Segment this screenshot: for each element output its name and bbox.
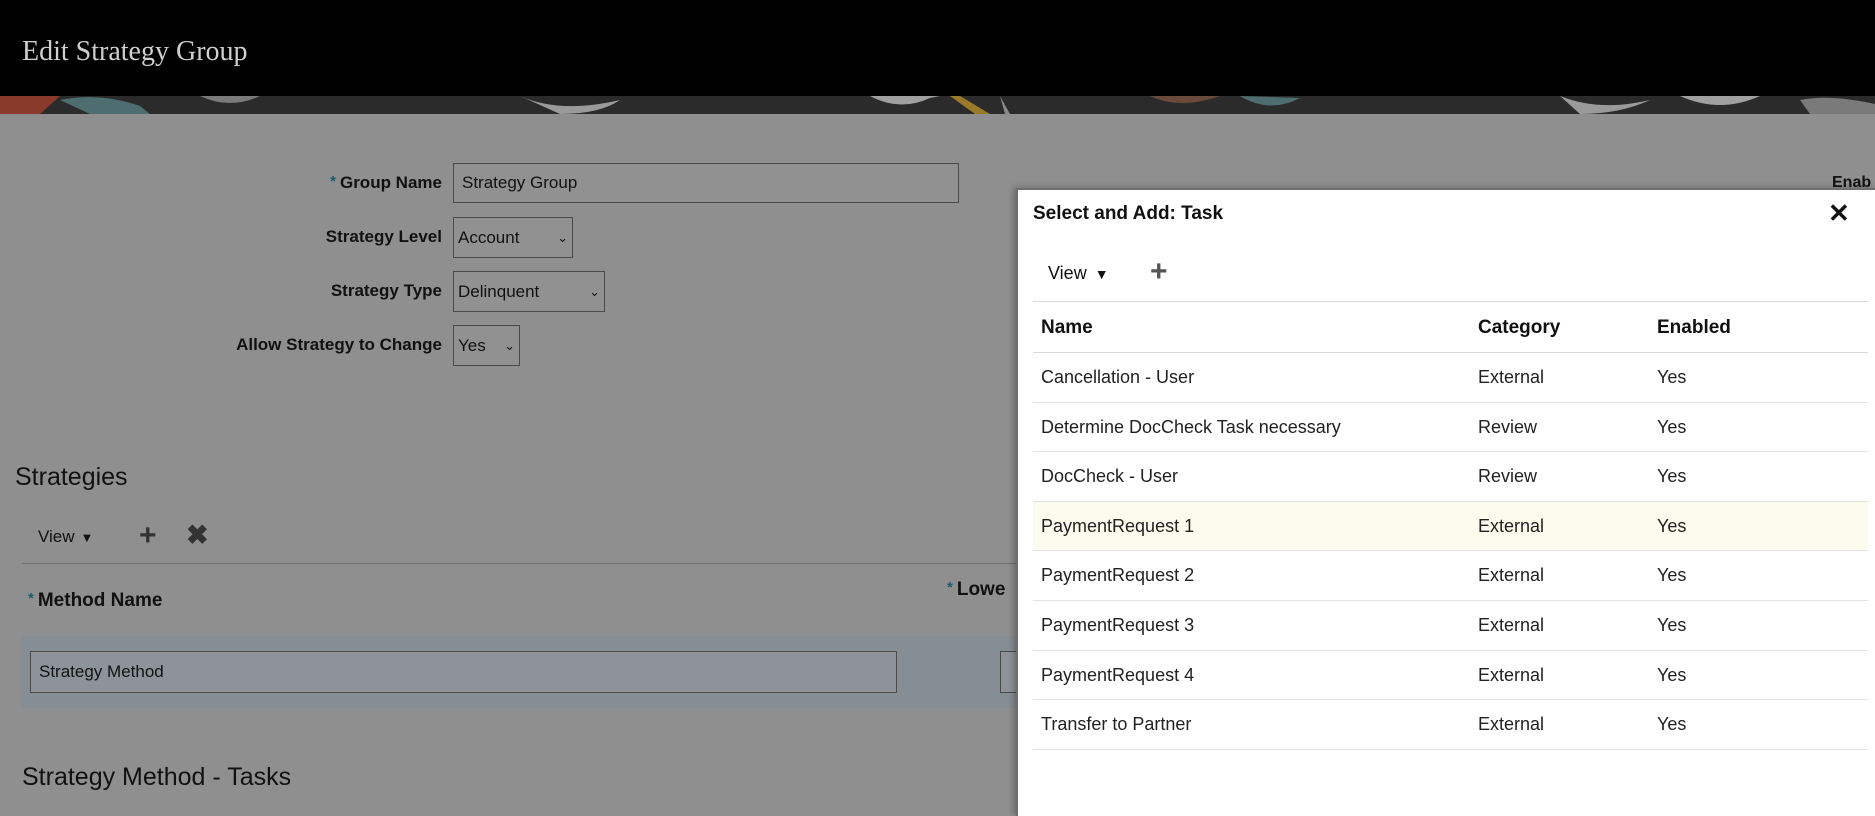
table-row-selected[interactable]: PaymentRequest 1 External Yes — [1033, 501, 1868, 552]
task-category: External — [1478, 367, 1545, 387]
task-category: External — [1478, 714, 1545, 735]
chevron-down-icon: ⌄ — [589, 283, 600, 299]
task-name: PaymentRequest 1 — [1041, 515, 1195, 536]
caret-down-icon: ▼ — [1094, 265, 1109, 282]
strategy-level-select[interactable]: Account ⌄ — [453, 217, 573, 258]
task-enabled: Yes — [1657, 614, 1687, 635]
task-table: Name Category Enabled Cancellation - Use… — [1033, 301, 1868, 750]
tasks-heading: Strategy Method - Tasks — [22, 763, 292, 791]
task-name: PaymentRequest 4 — [1041, 664, 1195, 685]
task-enabled: Yes — [1657, 466, 1687, 487]
caret-down-icon: ▼ — [80, 529, 94, 545]
view-menu[interactable]: View ▼ — [38, 527, 93, 547]
task-enabled: Yes — [1657, 416, 1687, 437]
dialog-view-menu[interactable]: View ▼ — [1048, 263, 1109, 284]
task-enabled: Yes — [1657, 367, 1687, 387]
chevron-down-icon: ⌄ — [504, 337, 515, 353]
table-row[interactable]: DocCheck - User Review Yes — [1033, 452, 1868, 502]
table-row[interactable]: PaymentRequest 4 External Yes — [1033, 651, 1868, 701]
strategy-level-label: Strategy Level — [325, 227, 442, 246]
strategies-heading: Strategies — [15, 463, 128, 491]
task-enabled: Yes — [1657, 714, 1687, 735]
strategy-type-select[interactable]: Delinquent ⌄ — [453, 271, 605, 312]
decorative-banner — [0, 96, 1875, 114]
col-enabled-header[interactable]: Enabled — [1657, 317, 1731, 339]
table-row[interactable]: PaymentRequest 3 External Yes — [1033, 601, 1868, 651]
lower-header-partial: * Lowe — [947, 579, 1006, 600]
table-row[interactable]: PaymentRequest 2 External Yes — [1033, 551, 1868, 601]
task-category: External — [1478, 565, 1545, 586]
col-category-header[interactable]: Category — [1478, 317, 1560, 339]
group-name-label: * Group Name — [330, 173, 442, 192]
method-name-input[interactable]: Strategy Method — [30, 651, 897, 693]
task-enabled: Yes — [1657, 664, 1687, 685]
plus-icon[interactable]: + — [1150, 257, 1168, 287]
allow-change-label: Allow Strategy to Change — [236, 335, 442, 354]
task-category: Review — [1478, 416, 1538, 437]
task-name: PaymentRequest 2 — [1041, 565, 1195, 586]
divider — [22, 563, 1022, 564]
x-icon[interactable]: ✖ — [186, 522, 209, 549]
select-add-task-dialog: Select and Add: Task ✕ View ▼ + Name Cate… — [1016, 188, 1875, 816]
table-row[interactable]: Determine DocCheck Task necessary Review… — [1033, 403, 1868, 453]
strategy-type-label: Strategy Type — [330, 281, 442, 300]
plus-icon[interactable]: + — [139, 521, 157, 551]
task-name: PaymentRequest 3 — [1041, 614, 1195, 635]
task-category: Review — [1478, 466, 1538, 487]
table-header: Name Category Enabled — [1033, 301, 1868, 353]
task-name: Cancellation - User — [1041, 367, 1195, 387]
task-category: External — [1478, 664, 1545, 685]
table-row[interactable]: Cancellation - User External Yes — [1033, 353, 1868, 403]
task-enabled: Yes — [1657, 515, 1687, 536]
task-enabled: Yes — [1657, 565, 1687, 586]
method-name-header: * Method Name — [28, 590, 163, 611]
table-row[interactable]: Transfer to Partner External Yes — [1033, 700, 1868, 750]
task-name: Transfer to Partner — [1041, 714, 1192, 735]
app-header: Edit Strategy Group — [0, 0, 1875, 96]
group-name-field[interactable]: Strategy Group — [453, 163, 959, 203]
task-name: Determine DocCheck Task necessary — [1041, 416, 1341, 437]
page-title: Edit Strategy Group — [22, 36, 248, 67]
dialog-title: Select and Add: Task — [1033, 203, 1224, 224]
task-name: DocCheck - User — [1041, 466, 1179, 487]
allow-change-select[interactable]: Yes ⌄ — [453, 325, 520, 366]
chevron-down-icon: ⌄ — [557, 229, 568, 245]
col-name-header[interactable]: Name — [1041, 317, 1093, 339]
task-category: External — [1478, 515, 1545, 536]
close-icon[interactable]: ✕ — [1828, 198, 1850, 229]
task-category: External — [1478, 614, 1545, 635]
